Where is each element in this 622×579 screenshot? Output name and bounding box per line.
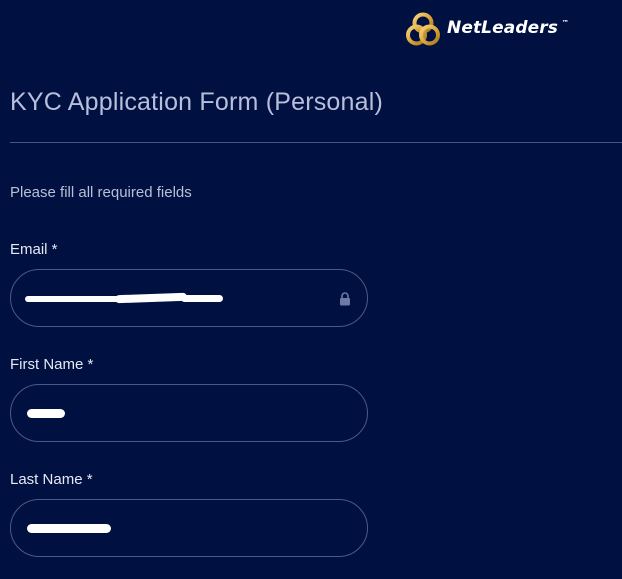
gold-knot-icon [406,12,440,46]
first-name-redaction [27,409,65,418]
title-divider [10,142,622,143]
last-name-redaction [27,524,111,533]
form-instructions: Please fill all required fields [10,184,192,201]
brand-logo: NetLeaders ™ [405,12,569,48]
first-name-input[interactable] [27,385,327,441]
trademark-symbol: ™ [561,19,569,27]
email-field[interactable] [10,269,368,327]
first-name-label: First Name * [10,356,94,373]
first-name-field[interactable] [10,384,368,442]
email-redaction [181,295,223,302]
lock-icon [340,292,350,306]
brand-name: NetLeaders ™ [447,18,569,38]
email-redaction [25,296,123,302]
last-name-label: Last Name * [10,471,93,488]
last-name-field[interactable] [10,499,368,557]
email-label: Email * [10,241,58,258]
page-title: KYC Application Form (Personal) [10,88,384,116]
